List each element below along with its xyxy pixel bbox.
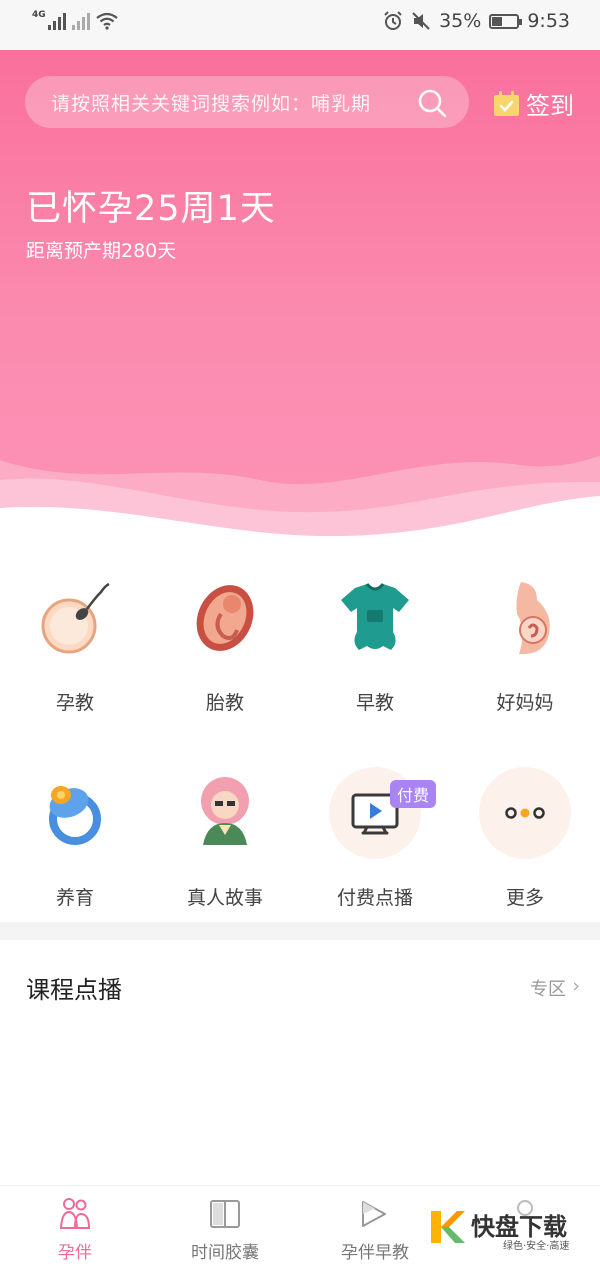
k-logo-icon: [431, 1211, 465, 1243]
tab-time-capsule[interactable]: 时间胶囊: [150, 1196, 300, 1263]
paid-badge: 付费: [390, 780, 437, 808]
battery-percent: 35%: [439, 10, 482, 32]
chevron-right-icon[interactable]: ›: [572, 975, 580, 997]
pregnant-belly-icon: [516, 582, 550, 654]
watermark-tagline: 绿色·安全·高速: [503, 1241, 570, 1252]
wifi-icon: [95, 12, 118, 30]
status-right: 35% 9:53: [383, 10, 570, 32]
grid-label: 胎教: [205, 692, 244, 714]
course-section-title: 课程点播: [26, 976, 122, 1004]
grid-item-fetal-education[interactable]: 胎教: [150, 570, 300, 715]
signal-2-icon: [71, 12, 90, 30]
search-icon[interactable]: [417, 88, 447, 118]
grid-item-good-mom[interactable]: 好妈妈: [450, 570, 600, 715]
baby-onesie-icon: [341, 583, 409, 650]
search-input[interactable]: 请按照相关关键词搜索例如：哺乳期: [25, 76, 469, 128]
tab-label: 时间胶囊: [191, 1243, 259, 1263]
tab-label: 孕伴: [58, 1243, 92, 1263]
person-story-icon: [201, 777, 249, 845]
bottom-tab-bar: 孕伴 时间胶囊 孕伴早教 快盘下载 绿色·安全·高速: [0, 1185, 600, 1267]
header-banner: 请按照相关关键词搜索例如：哺乳期 签到 已怀孕25周1天 距离预产期280天: [0, 50, 600, 540]
battery-icon: [489, 13, 523, 29]
grid-label: 好妈妈: [496, 692, 554, 714]
grid-item-more[interactable]: 更多: [450, 765, 600, 910]
due-countdown: 距离预产期280天: [26, 240, 177, 262]
grid-item-parenting[interactable]: 养育: [0, 765, 150, 910]
signal-icon: [47, 12, 66, 30]
search-placeholder: 请按照相关关键词搜索例如：哺乳期: [51, 92, 372, 115]
signin-label: 签到: [526, 92, 574, 120]
calendar-check-icon: [494, 90, 519, 116]
book-icon: [210, 1200, 240, 1228]
signal-indicators: 4G: [32, 10, 118, 30]
sperm-egg-icon: [41, 582, 110, 654]
play-icon: [362, 1201, 386, 1227]
watermark-logo: 快盘下载 绿色·安全·高速: [427, 1207, 592, 1253]
grid-label: 真人故事: [186, 887, 263, 909]
grid-label: 养育: [55, 887, 94, 909]
grid-item-real-stories[interactable]: 真人故事: [150, 765, 300, 910]
header-wave: [0, 456, 600, 540]
grid-label: 孕教: [55, 692, 94, 714]
grid-item-early-education[interactable]: 早教: [300, 570, 450, 715]
network-type: 4G: [32, 10, 46, 20]
grid-label: 更多: [505, 887, 544, 909]
couple-icon: [59, 1198, 91, 1229]
tab-pregnancy-companion[interactable]: 孕伴: [0, 1196, 150, 1263]
grid-label: 早教: [355, 692, 394, 714]
grid-item-paid-vod[interactable]: 付费 付费点播: [300, 765, 450, 910]
pregnancy-status: 已怀孕25周1天: [26, 189, 276, 229]
mute-icon: [412, 12, 430, 30]
course-zone-link[interactable]: 专区: [530, 975, 566, 1001]
grid-label: 付费点播: [336, 887, 413, 909]
alarm-icon: [384, 11, 402, 30]
more-dots-icon: [479, 767, 571, 859]
clock: 9:53: [527, 10, 570, 32]
fetus-icon: [196, 585, 254, 651]
status-bar: 4G 35% 9:53: [0, 0, 600, 50]
pacifier-icon: [49, 786, 101, 845]
signin-button[interactable]: 签到: [493, 86, 574, 121]
section-divider: [0, 922, 600, 940]
grid-item-prenatal-education[interactable]: 孕教: [0, 570, 150, 715]
